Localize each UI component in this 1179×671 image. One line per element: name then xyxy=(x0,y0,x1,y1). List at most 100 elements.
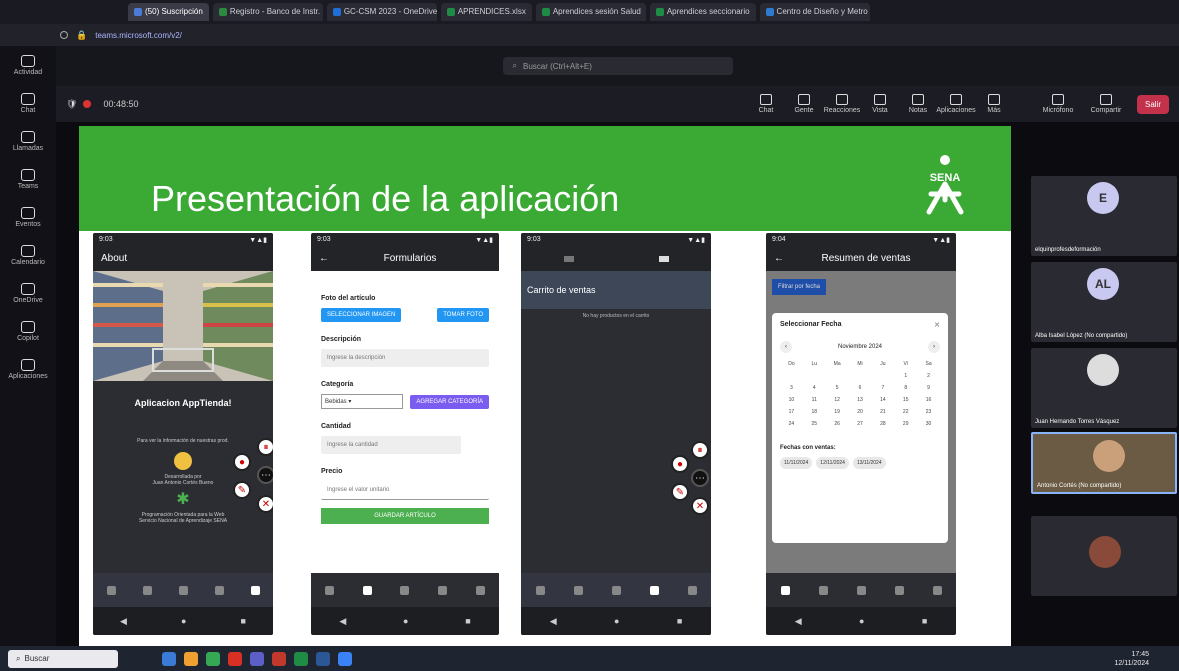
calendar-day[interactable]: 9 xyxy=(917,385,940,391)
appbar-item[interactable]: Aplicaciones xyxy=(0,350,56,388)
calendar-day[interactable]: 19 xyxy=(826,409,849,415)
browser-tab[interactable]: Centro de Diseño y Metro xyxy=(759,3,870,21)
calendar-day[interactable]: 25 xyxy=(803,421,826,427)
calendar-day[interactable]: 10 xyxy=(780,397,803,403)
edit-icon[interactable]: ✎ xyxy=(671,483,689,501)
back-icon[interactable]: ◀ xyxy=(339,616,346,627)
appbar-item[interactable]: Teams xyxy=(0,160,56,198)
back-arrow-icon[interactable]: ← xyxy=(774,253,784,264)
calendar-day[interactable]: 21 xyxy=(871,409,894,415)
appbar-item[interactable]: Actividad xyxy=(0,46,56,84)
meeting-tool-button[interactable]: Reacciones xyxy=(824,94,860,114)
search-input[interactable]: ⌕ Buscar (Ctrl+Alt+E) xyxy=(502,57,733,75)
browser-tab[interactable]: Registro - Banco de Instr. xyxy=(212,3,323,21)
recents-icon[interactable]: ■ xyxy=(922,616,927,626)
close-icon[interactable]: ✕ xyxy=(691,497,709,515)
calendar-day[interactable]: 16 xyxy=(917,397,940,403)
url-text[interactable]: teams.microsoft.com/v2/ xyxy=(95,31,182,40)
close-icon[interactable]: ✕ xyxy=(257,495,273,513)
teams-icon[interactable] xyxy=(250,651,264,666)
meeting-tool-button[interactable]: Más xyxy=(977,94,1011,114)
nav-item[interactable] xyxy=(687,585,697,595)
meeting-tool-button[interactable]: Gente xyxy=(787,94,821,114)
recents-icon[interactable]: ■ xyxy=(677,616,682,626)
calendar-day[interactable]: 20 xyxy=(849,409,872,415)
calendar-day[interactable]: 24 xyxy=(780,421,803,427)
calendar-day[interactable]: 5 xyxy=(826,385,849,391)
calendar-day[interactable]: 26 xyxy=(826,421,849,427)
home-icon[interactable]: ● xyxy=(859,616,864,626)
recents-icon[interactable]: ■ xyxy=(465,616,470,626)
take-photo-button[interactable]: TOMAR FOTO xyxy=(437,308,489,322)
calendar-day[interactable]: 8 xyxy=(894,385,917,391)
word-icon[interactable] xyxy=(316,651,330,666)
nav-item[interactable] xyxy=(894,585,904,595)
nav-item-form[interactable] xyxy=(362,585,372,595)
meeting-tool-button[interactable]: Compartir xyxy=(1089,94,1123,114)
home-icon[interactable]: ● xyxy=(181,616,186,626)
meeting-tool-button[interactable]: Micrófono xyxy=(1041,94,1075,114)
participant-tile[interactable]: AL Alba Isabel López (No compartido) xyxy=(1031,262,1177,342)
participant-tile[interactable]: Antonio Cortés (No compartido) xyxy=(1031,432,1177,494)
prev-month-icon[interactable]: ‹ xyxy=(780,341,792,353)
edit-icon[interactable]: ✎ xyxy=(233,481,251,499)
calendar-day[interactable]: 22 xyxy=(894,409,917,415)
calendar-day[interactable]: 15 xyxy=(894,397,917,403)
calendar-day[interactable]: 29 xyxy=(894,421,917,427)
calendar-day[interactable]: 23 xyxy=(917,409,940,415)
nav-item[interactable] xyxy=(142,585,152,595)
taskbar-search[interactable]: ⌕ Buscar xyxy=(8,649,118,668)
cart-tab-icon[interactable] xyxy=(658,256,669,262)
add-category-button[interactable]: AGREGAR CATEGORÍA xyxy=(410,394,489,409)
excel-icon[interactable] xyxy=(294,651,308,666)
meeting-tool-button[interactable]: Aplicaciones xyxy=(936,94,976,114)
list-tab-icon[interactable] xyxy=(563,256,574,262)
home-icon[interactable]: ● xyxy=(403,616,408,626)
appbar-item[interactable]: Chat xyxy=(0,84,56,122)
nav-item[interactable] xyxy=(325,585,335,595)
participant-tile[interactable]: Juan Hernando Torres Vásquez xyxy=(1031,348,1177,428)
start-icon[interactable] xyxy=(162,651,176,666)
calendar-day[interactable]: 18 xyxy=(803,409,826,415)
appbar-item[interactable]: Eventos xyxy=(0,198,56,236)
calendar-day[interactable]: 13 xyxy=(849,397,872,403)
calendar-day[interactable]: 27 xyxy=(849,421,872,427)
appbar-item[interactable]: Copilot xyxy=(0,312,56,350)
record-icon[interactable]: ● xyxy=(671,455,689,473)
system-clock[interactable]: 17:45 12/11/2024 xyxy=(1114,650,1149,668)
calendar-day[interactable]: 11 xyxy=(803,397,826,403)
nav-item[interactable] xyxy=(818,585,828,595)
back-arrow-icon[interactable]: ← xyxy=(319,253,329,264)
home-icon[interactable]: ● xyxy=(614,616,619,626)
category-select[interactable]: Bebidas ▾ xyxy=(321,394,403,409)
calendar-day[interactable]: 1 xyxy=(894,373,917,379)
date-chip[interactable]: 12/11/2024 xyxy=(816,457,849,469)
calendar-day[interactable]: 30 xyxy=(917,421,940,427)
date-chip[interactable]: 11/11/2024 xyxy=(780,457,813,469)
nav-item[interactable] xyxy=(932,585,942,595)
appbar-item[interactable]: Calendario xyxy=(0,236,56,274)
browser-tab[interactable]: GC-CSM 2023 - OneDrive xyxy=(326,3,437,21)
address-bar[interactable]: 🔒 teams.microsoft.com/v2/ xyxy=(0,24,1179,46)
participant-tile[interactable]: Eelquinprofesdeformación xyxy=(1031,176,1177,256)
nav-item[interactable] xyxy=(475,585,485,595)
nav-item[interactable] xyxy=(214,585,224,595)
back-icon[interactable]: ◀ xyxy=(120,616,127,627)
quantity-input[interactable]: Ingrese la cantidad xyxy=(321,436,461,454)
calendar-day[interactable]: 6 xyxy=(849,385,872,391)
calendar-day[interactable]: 7 xyxy=(871,385,894,391)
edge-icon[interactable] xyxy=(206,651,220,666)
nav-item-about[interactable] xyxy=(250,585,260,595)
browser-tab[interactable]: (50) Suscripción xyxy=(128,3,209,21)
nav-item[interactable] xyxy=(178,585,188,595)
nav-item[interactable] xyxy=(535,585,545,595)
pause-icon[interactable]: ⏸ xyxy=(691,441,709,459)
date-chip[interactable]: 13/11/2024 xyxy=(852,457,886,469)
meeting-tool-button[interactable]: Chat xyxy=(749,94,783,114)
calendar-day[interactable]: 14 xyxy=(871,397,894,403)
browser-tab[interactable]: APRENDICES.xlsx xyxy=(440,3,532,21)
meeting-tool-button[interactable]: Vista xyxy=(863,94,897,114)
nav-item[interactable] xyxy=(611,585,621,595)
calendar-day[interactable]: 28 xyxy=(871,421,894,427)
calendar-day[interactable]: 12 xyxy=(826,397,849,403)
